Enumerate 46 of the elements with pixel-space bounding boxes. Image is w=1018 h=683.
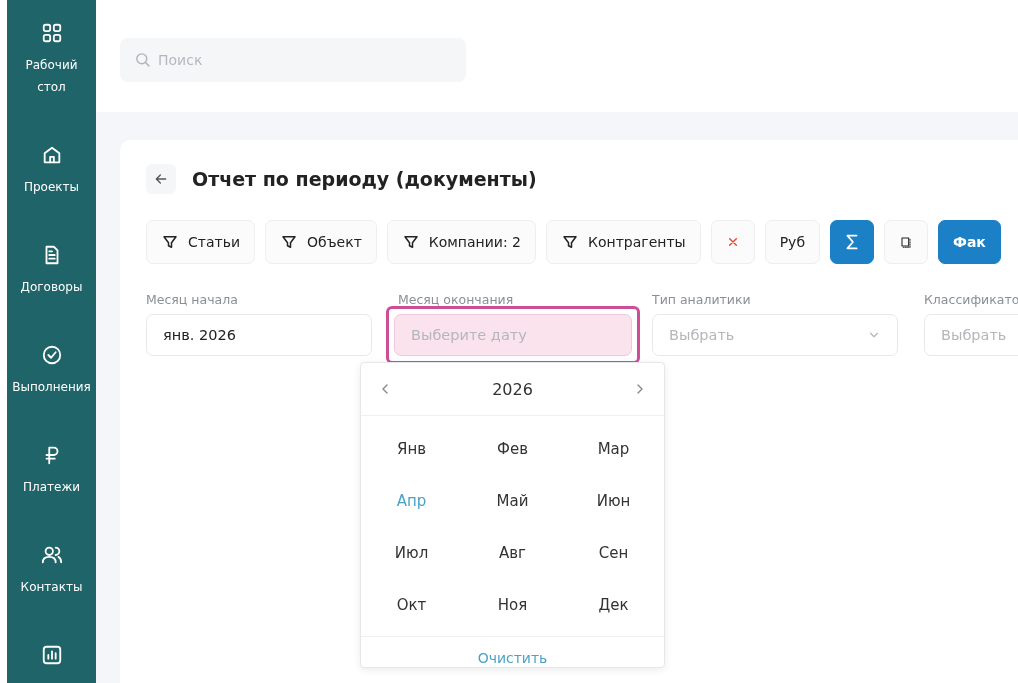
frame-button[interactable] xyxy=(884,220,929,264)
filter-button[interactable]: Объект xyxy=(265,220,377,264)
filter-button[interactable]: Компании: 2 xyxy=(386,220,537,264)
month-option[interactable]: Окт xyxy=(388,588,435,622)
month-option[interactable]: Мар xyxy=(589,432,638,466)
check-circle-icon xyxy=(40,344,63,366)
filter-button[interactable]: Контрагенты xyxy=(546,220,701,264)
filter-icon xyxy=(161,233,179,251)
grid-icon xyxy=(40,22,63,44)
month-option[interactable]: Янв xyxy=(388,432,435,466)
back-button[interactable] xyxy=(146,164,176,194)
field-label: Классификато xyxy=(924,292,1018,308)
date-field[interactable]: Выберите дату xyxy=(394,314,632,356)
date-field[interactable]: янв. 2026 xyxy=(146,314,372,356)
year-label: 2026 xyxy=(492,379,533,399)
sidebar-item[interactable]: Договоры xyxy=(7,276,96,298)
filter-icon xyxy=(401,233,420,251)
field-label: Месяц начала xyxy=(146,292,239,308)
month-option[interactable]: Фев xyxy=(489,432,536,466)
month-option[interactable]: Май xyxy=(488,484,537,518)
sidebar-item[interactable]: Рабочий стол xyxy=(21,54,82,98)
filter-icon xyxy=(280,233,298,251)
arrow-left-icon xyxy=(153,171,169,187)
people-icon xyxy=(40,544,63,566)
filter-icon xyxy=(561,233,580,251)
month-option[interactable]: Авг xyxy=(491,536,534,570)
month-option[interactable]: Сен xyxy=(590,536,637,570)
sidebar-item[interactable]: Контакты xyxy=(7,576,96,598)
month-option[interactable]: Ноя xyxy=(489,588,536,622)
select-placeholder: Выбрать xyxy=(669,327,735,343)
sidebar-item[interactable]: Выполнения xyxy=(7,376,96,398)
select-placeholder: Выбрать xyxy=(941,327,1007,343)
primary-button[interactable]: Фак xyxy=(938,220,1001,264)
field-label: Тип аналитики xyxy=(652,292,752,308)
search-field[interactable]: Поиск xyxy=(120,38,466,82)
sum-button[interactable] xyxy=(830,220,875,264)
sidebar-item[interactable]: Проекты xyxy=(7,176,96,198)
field-label: Месяц окончания xyxy=(398,292,515,308)
month-option[interactable]: Июл xyxy=(386,536,437,570)
filter-button[interactable]: Статьи xyxy=(146,220,255,264)
sidebar-item[interactable]: Платежи xyxy=(7,476,96,498)
page-title: Отчет по периоду (документы) xyxy=(192,168,537,190)
month-option[interactable]: Дек xyxy=(590,588,637,622)
currency-button[interactable]: Руб xyxy=(764,220,821,264)
month-option[interactable]: Июн xyxy=(588,484,639,518)
chart-icon xyxy=(40,644,63,666)
